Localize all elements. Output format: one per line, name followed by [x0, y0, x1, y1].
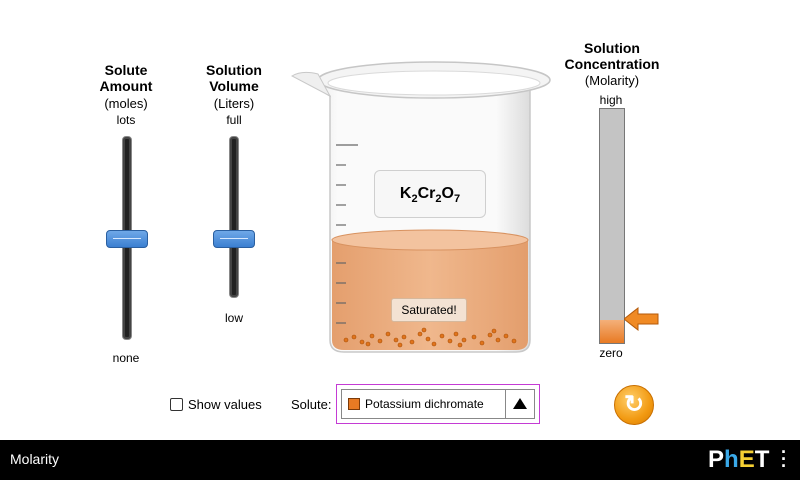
phet-logo[interactable]: PhET [708, 446, 769, 474]
solute-formula-label: K2Cr2O7 [374, 170, 486, 218]
solution-volume-max-label: full [226, 113, 242, 127]
solution-volume-slider-track[interactable] [229, 136, 239, 298]
concentration-arrow-icon [624, 306, 659, 331]
solute-amount-unit: (moles) [104, 96, 148, 111]
solute-amount-title-line2: Amount [99, 78, 153, 94]
combo-toggle-button[interactable] [505, 390, 534, 418]
solute-amount-title: Solute Amount [88, 62, 164, 94]
solution-volume-unit: (Liters) [213, 96, 255, 111]
solute-label: Solute: [291, 397, 332, 412]
formula-part: O [441, 185, 454, 202]
concentration-meter-bar [599, 108, 625, 344]
solution-volume-slider-thumb[interactable] [213, 230, 255, 248]
concentration-title-line2: Concentration [564, 56, 660, 72]
solution-liquid [332, 240, 528, 350]
concentration-max-label: high [599, 93, 623, 107]
formula-part: Cr [417, 185, 436, 202]
solution-volume-title-line2: Volume [209, 78, 259, 94]
solute-color-swatch [348, 398, 360, 410]
show-values-checkbox[interactable] [170, 398, 183, 411]
solute-amount-min-label: none [112, 351, 140, 365]
triangle-up-icon [513, 398, 527, 409]
solute-amount-max-label: lots [116, 113, 136, 127]
solute-amount-title-line1: Solute [104, 62, 148, 78]
concentration-title: Solution Concentration [556, 40, 668, 72]
solute-combo-box[interactable]: Potassium dichromate [336, 384, 540, 424]
saturated-indicator: Saturated! [391, 298, 467, 322]
concentration-min-label: zero [599, 346, 623, 360]
solution-volume-title: Solution Volume [194, 62, 274, 94]
solution-volume-title-line1: Solution [206, 62, 262, 78]
solute-amount-slider-thumb[interactable] [106, 230, 148, 248]
solution-surface [331, 229, 529, 251]
solute-selected-name: Potassium dichromate [365, 397, 484, 411]
concentration-unit: (Molarity) [584, 73, 640, 88]
show-values-label[interactable]: Show values [188, 397, 262, 412]
reset-all-button[interactable]: ↻ [614, 385, 654, 425]
concentration-meter-fill [600, 319, 624, 343]
sim-title: Molarity [10, 451, 60, 467]
navigation-bar: Molarity PhET · · · [0, 440, 800, 480]
concentration-title-line1: Solution [584, 40, 640, 56]
formula-part: K [399, 185, 412, 202]
reset-all-icon: ↻ [623, 391, 645, 418]
solution-volume-min-label: low [224, 311, 243, 325]
solute-combo-display[interactable]: Potassium dichromate [341, 389, 535, 419]
menu-kebab-icon[interactable]: · · · [780, 443, 788, 475]
formula-subscript: 7 [453, 193, 461, 206]
